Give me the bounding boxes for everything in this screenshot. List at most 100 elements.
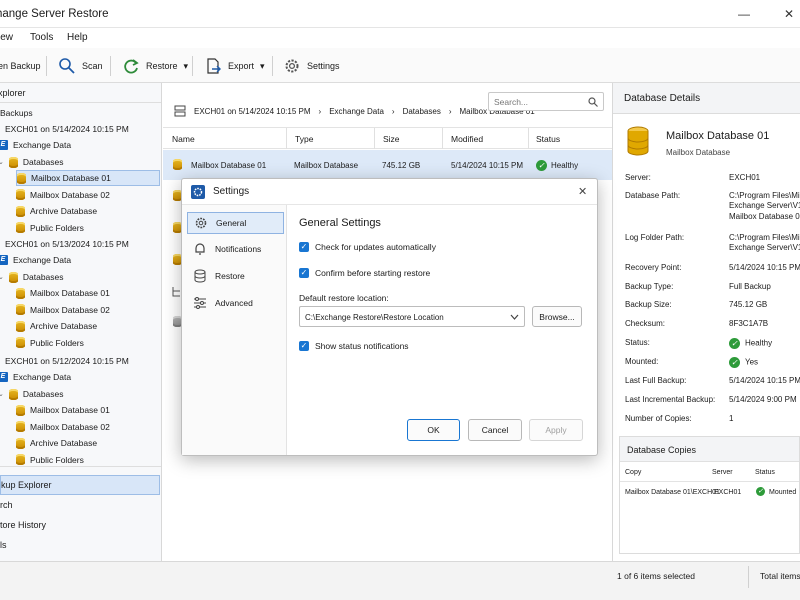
detail-value: ✓ Healthy xyxy=(729,337,772,349)
apply-button[interactable]: Apply xyxy=(529,419,583,441)
database-icon xyxy=(173,159,182,170)
menu-tools[interactable]: Tools xyxy=(30,32,53,43)
settings-heading: General Settings xyxy=(299,217,381,229)
nav-backup-explorer[interactable]: kup Explorer xyxy=(0,475,160,495)
detail-label: Server: xyxy=(625,173,651,182)
detail-label: Log Folder Path: xyxy=(625,233,685,242)
app-title: hange Server Restore xyxy=(0,8,109,20)
selection-count: 1 of 6 items selected xyxy=(617,571,695,581)
minimize-button[interactable]: — xyxy=(738,7,750,21)
tree-exchange-data[interactable]: E Exchange Data xyxy=(0,252,71,268)
database-icon xyxy=(8,156,18,168)
table-row[interactable]: Mailbox Database 01 Mailbox Database 745… xyxy=(163,150,612,180)
tree-database-item[interactable]: Public Folders xyxy=(16,452,84,468)
export-button[interactable]: Export ▾ xyxy=(204,56,265,76)
explorer-panel: xplorer Backups kup Explorer rch tore Hi… xyxy=(0,83,162,561)
breadcrumb-item[interactable]: Databases xyxy=(403,107,441,116)
restore-location-select[interactable]: C:\Exchange Restore\Restore Location xyxy=(299,306,525,327)
table-row[interactable]: Mailbox Database 01\EXCH01 EXCH01 ✓ Moun… xyxy=(620,483,799,501)
tree-exchange-data[interactable]: E Exchange Data xyxy=(0,137,71,153)
tree-database-item[interactable]: Archive Database xyxy=(16,435,97,451)
database-icon xyxy=(8,271,18,283)
confirm-restore-checkbox[interactable]: ✓ Confirm before starting restore xyxy=(299,268,430,278)
tree-snapshot[interactable]: EXCH01 on 5/13/2024 10:15 PM xyxy=(5,236,129,252)
title-bar: hange Server Restore — ✕ xyxy=(0,0,800,28)
database-icon xyxy=(16,454,25,465)
database-icon xyxy=(16,404,25,416)
detail-label: Backup Size: xyxy=(625,300,672,309)
detail-value: Full Backup xyxy=(729,281,771,291)
settings-button[interactable]: Settings xyxy=(283,56,340,76)
server-icon xyxy=(174,105,186,117)
close-button[interactable]: ✕ xyxy=(784,7,794,21)
chevron-down-icon: ▾ xyxy=(260,60,265,71)
tab-general[interactable]: General xyxy=(187,212,284,234)
tree-database-item[interactable]: Mailbox Database 02 xyxy=(16,187,110,203)
settings-nav: General Notifications Restore Advanced xyxy=(182,205,287,455)
nav-restore-history[interactable]: tore History xyxy=(0,515,160,535)
bell-icon xyxy=(195,243,205,255)
detail-value: C:\Program Files\Micr Exchange Server\V1… xyxy=(729,190,800,221)
column-name[interactable]: Name xyxy=(172,134,195,144)
column-type[interactable]: Type xyxy=(295,134,313,144)
tree-databases[interactable]: ⌄ Databases xyxy=(0,154,64,170)
open-backup-button[interactable]: en Backup xyxy=(0,56,41,76)
tree-database-item[interactable]: Mailbox Database 02 xyxy=(16,419,110,435)
tree-database-item[interactable]: Mailbox Database 01 xyxy=(16,170,160,186)
refresh-icon xyxy=(124,59,139,74)
scan-button[interactable]: Scan xyxy=(58,56,103,76)
database-copies: Database Copies Copy Server Status Mailb… xyxy=(619,436,800,554)
tree-database-item[interactable]: Archive Database xyxy=(16,203,97,219)
check-updates-checkbox[interactable]: ✓ Check for updates automatically xyxy=(299,242,436,252)
close-icon[interactable]: ✕ xyxy=(578,185,587,198)
details-header: Database Details xyxy=(613,83,800,114)
database-icon xyxy=(16,421,25,432)
breadcrumb-item[interactable]: EXCH01 on 5/14/2024 10:15 PM xyxy=(194,107,311,116)
tree-exchange-data[interactable]: E Exchange Data xyxy=(0,369,71,385)
detail-value: 745.12 GB xyxy=(729,299,768,309)
nav-tools[interactable]: ls xyxy=(0,535,160,555)
tree-database-item[interactable]: Mailbox Database 01 xyxy=(16,402,110,418)
tab-restore[interactable]: Restore xyxy=(187,265,284,287)
tree-database-item[interactable]: Public Folders xyxy=(16,220,84,236)
tree-database-item[interactable]: Mailbox Database 01 xyxy=(16,285,110,301)
tree-snapshot[interactable]: EXCH01 on 5/12/2024 10:15 PM xyxy=(5,353,129,369)
copies-header: Database Copies xyxy=(620,437,799,462)
breadcrumb-separator: › xyxy=(318,106,322,116)
toolbar-divider xyxy=(272,56,273,76)
tree-database-item[interactable]: Archive Database xyxy=(16,318,97,334)
menu-help[interactable]: Help xyxy=(67,32,88,43)
breadcrumb-separator: › xyxy=(391,106,395,116)
tree-databases[interactable]: ⌄ Databases xyxy=(0,269,64,285)
tree-databases[interactable]: ⌄ Databases xyxy=(0,386,64,402)
checkbox-checked: ✓ xyxy=(299,341,309,351)
column-status[interactable]: Status xyxy=(536,134,560,144)
grid-header: Name Type Size Modified Status xyxy=(163,127,612,149)
column-modified[interactable]: Modified xyxy=(451,134,483,144)
divider xyxy=(528,128,529,149)
browse-button[interactable]: Browse... xyxy=(532,306,582,327)
divider xyxy=(748,566,749,588)
divider xyxy=(374,128,375,149)
nav-search[interactable]: rch xyxy=(0,495,160,515)
status-notifications-checkbox[interactable]: ✓ Show status notifications xyxy=(299,341,409,351)
tab-notifications[interactable]: Notifications xyxy=(187,238,284,260)
toolbar: en Backup Scan Restore ▾ Export ▾ Settin… xyxy=(0,48,800,83)
cancel-button[interactable]: Cancel xyxy=(468,419,522,441)
exchange-icon: E xyxy=(0,372,8,382)
search-input[interactable]: Search... xyxy=(488,92,604,111)
breadcrumb-item[interactable]: Exchange Data xyxy=(329,107,384,116)
tree-database-item[interactable]: Public Folders xyxy=(16,335,84,351)
search-icon xyxy=(588,97,598,107)
database-icon xyxy=(8,388,18,400)
ok-button[interactable]: OK xyxy=(407,419,460,441)
breadcrumb: EXCH01 on 5/14/2024 10:15 PM › Exchange … xyxy=(174,105,535,117)
restore-button[interactable]: Restore ▾ xyxy=(122,56,188,76)
menu-view[interactable]: iew xyxy=(0,32,13,43)
column-size[interactable]: Size xyxy=(383,134,400,144)
tree-backups[interactable]: Backups xyxy=(0,105,33,121)
database-icon xyxy=(16,337,25,348)
tree-database-item[interactable]: Mailbox Database 02 xyxy=(16,302,110,318)
tab-advanced[interactable]: Advanced xyxy=(187,292,284,314)
tree-snapshot[interactable]: EXCH01 on 5/14/2024 10:15 PM xyxy=(5,121,129,137)
